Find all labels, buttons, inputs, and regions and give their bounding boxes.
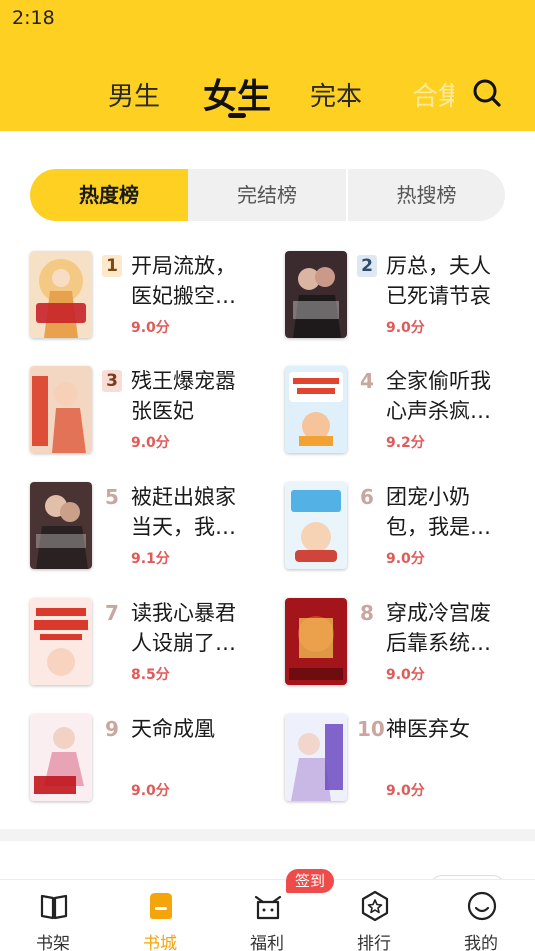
ranking-icon — [359, 890, 391, 922]
book-cover — [285, 598, 347, 685]
book-score: 9.0分 — [131, 435, 170, 451]
nav-label: 书城 — [143, 934, 177, 951]
book-item[interactable]: 10 神医弃女 9.0分 — [285, 714, 535, 804]
rank-number: 9 — [105, 717, 119, 741]
book-cover — [30, 714, 92, 801]
bookshelf-icon — [38, 890, 70, 922]
book-cover — [285, 366, 347, 453]
nav-bookstore[interactable]: 书城 — [120, 880, 200, 951]
book-score: 9.0分 — [386, 320, 425, 336]
book-item[interactable]: 6 团宠小奶 包，我是… 9.0分 — [285, 482, 535, 572]
book-score: 8.5分 — [131, 667, 170, 683]
welfare-icon — [252, 890, 284, 922]
nav-label: 排行 — [357, 934, 391, 951]
book-score: 9.0分 — [131, 320, 170, 336]
ranking-section: 热度榜 完结榜 热搜榜 1 开局流放， 医妃搬空… 9.0分 2 厉总，夫人 已… — [0, 131, 535, 887]
active-tab-indicator — [228, 113, 246, 118]
status-time: 2:18 — [12, 7, 55, 29]
book-title: 被赶出娘家 当天，我… — [131, 485, 236, 539]
book-score: 9.0分 — [386, 783, 425, 799]
book-cover — [285, 251, 347, 338]
tab-female[interactable]: 女生 — [203, 69, 271, 118]
rank-number: 4 — [360, 369, 374, 393]
book-cover — [30, 251, 92, 338]
book-cover — [30, 598, 92, 685]
book-title: 读我心暴君 人设崩了… — [131, 601, 236, 655]
rank-number: 10 — [357, 717, 385, 741]
nav-label: 我的 — [464, 934, 498, 951]
search-icon[interactable] — [472, 78, 502, 108]
book-score: 9.2分 — [386, 435, 425, 451]
book-item[interactable]: 9 天命成凰 9.0分 — [30, 714, 280, 804]
book-title: 团宠小奶 包，我是… — [386, 485, 491, 539]
nav-ranking[interactable]: 排行 — [334, 880, 414, 951]
profile-icon — [466, 890, 498, 922]
tab-label: 合集 — [412, 82, 454, 112]
book-score: 9.1分 — [131, 551, 170, 567]
bookstore-icon — [145, 890, 177, 922]
book-cover — [30, 482, 92, 569]
book-item[interactable]: 1 开局流放， 医妃搬空… 9.0分 — [30, 251, 280, 341]
rank-number: 1 — [102, 255, 122, 277]
nav-label: 书架 — [36, 934, 70, 951]
book-title: 全家偷听我 心声杀疯… — [386, 369, 491, 423]
book-item[interactable]: 5 被赶出娘家 当天，我… 9.1分 — [30, 482, 280, 572]
rank-number: 7 — [105, 601, 119, 625]
rank-number: 5 — [105, 485, 119, 509]
book-title: 开局流放， 医妃搬空… — [131, 254, 236, 308]
rank-number: 3 — [102, 370, 122, 392]
book-item[interactable]: 3 残王爆宠嚣 张医妃 9.0分 — [30, 366, 280, 456]
book-item[interactable]: 8 穿成冷宫废 后靠系统… 9.0分 — [285, 598, 535, 688]
nav-profile[interactable]: 我的 — [441, 880, 521, 951]
rank-number: 2 — [357, 255, 377, 277]
nav-label: 福利 — [250, 934, 284, 951]
tab-collection[interactable]: 合集 — [412, 76, 454, 113]
rank-number: 8 — [360, 601, 374, 625]
book-cover — [285, 482, 347, 569]
tab-completed[interactable]: 完本 — [310, 76, 362, 113]
book-title: 穿成冷宫废 后靠系统… — [386, 601, 491, 655]
ranking-tab-trending[interactable]: 热搜榜 — [348, 169, 505, 221]
top-header: 2:18 推荐 男生 女生 完本 合集 — [0, 0, 535, 131]
ranking-tab-completed[interactable]: 完结榜 — [188, 169, 346, 221]
book-item[interactable]: 7 读我心暴君 人设崩了… 8.5分 — [30, 598, 280, 688]
book-score: 9.0分 — [386, 551, 425, 567]
sign-in-badge[interactable]: 签到 — [286, 869, 334, 893]
book-item[interactable]: 4 全家偷听我 心声杀疯… 9.2分 — [285, 366, 535, 456]
ranking-tabs: 热度榜 完结榜 热搜榜 — [30, 169, 505, 221]
book-title: 天命成凰 — [131, 717, 215, 741]
rank-number: 6 — [360, 485, 374, 509]
book-score: 9.0分 — [131, 783, 170, 799]
section-divider — [0, 829, 535, 841]
bottom-nav: 书架 书城 福利 排行 我的 — [0, 879, 535, 951]
book-title: 残王爆宠嚣 张医妃 — [131, 369, 236, 423]
category-tabs: 推荐 男生 女生 完本 合集 — [0, 60, 535, 120]
book-cover — [30, 366, 92, 453]
book-title: 厉总，夫人 已死请节哀 — [386, 254, 491, 308]
book-cover — [285, 714, 347, 801]
nav-bookshelf[interactable]: 书架 — [13, 880, 93, 951]
book-title: 神医弃女 — [386, 717, 470, 741]
ranking-tab-hot[interactable]: 热度榜 — [30, 169, 188, 221]
book-item[interactable]: 2 厉总，夫人 已死请节哀 9.0分 — [285, 251, 535, 341]
tab-male[interactable]: 男生 — [108, 76, 160, 113]
book-score: 9.0分 — [386, 667, 425, 683]
